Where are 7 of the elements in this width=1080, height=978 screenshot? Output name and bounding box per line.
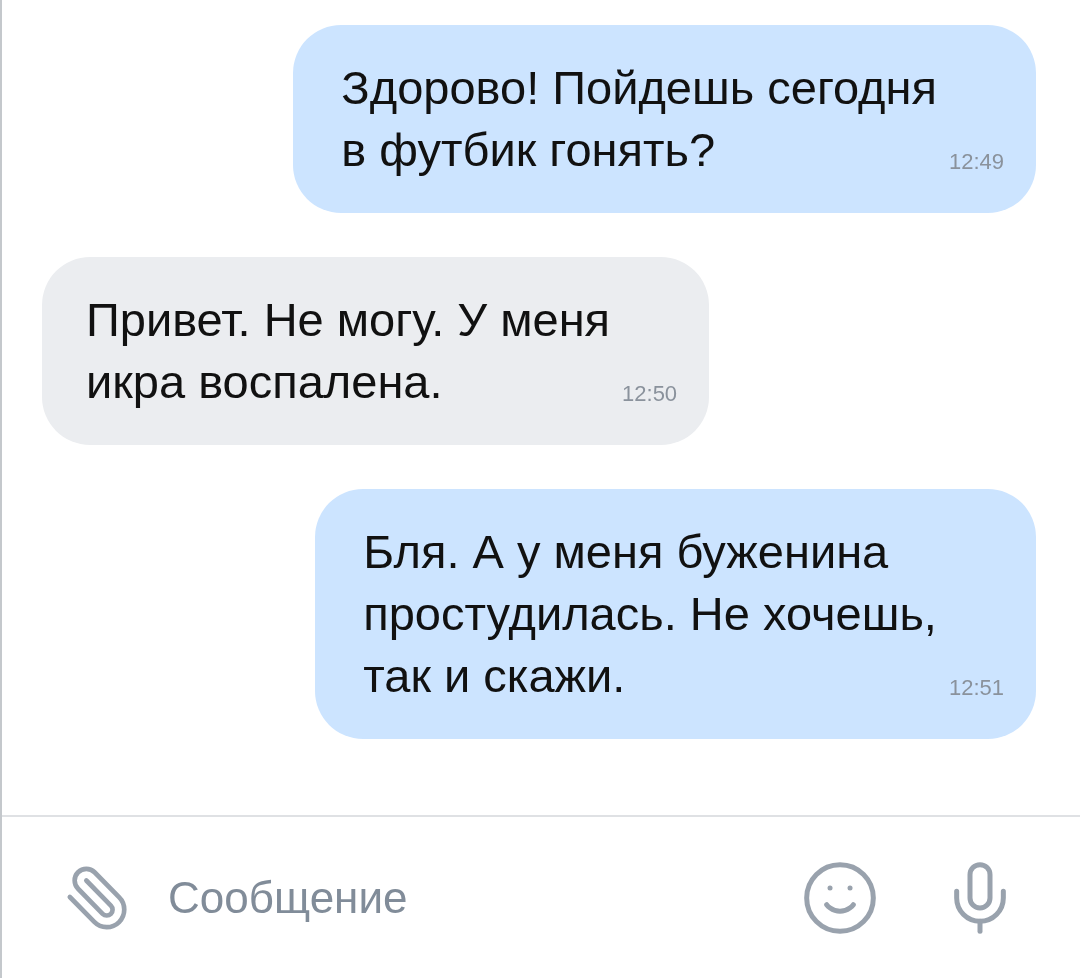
- message-time: 12:49: [948, 148, 1004, 176]
- message-text: Бля. А у меня буженина простудилась. Не хочешь, так и скажи.: [363, 524, 937, 704]
- message-time: 12:51: [948, 674, 1004, 702]
- message-time: 12:50: [622, 380, 678, 408]
- message-input[interactable]: Сообщение: [168, 864, 766, 931]
- message-text: Привет. Не могу. У меня икра воспалена.: [86, 292, 611, 410]
- message-text: Здорово! Пойдешь сегодня в футбик гонять?: [341, 60, 937, 178]
